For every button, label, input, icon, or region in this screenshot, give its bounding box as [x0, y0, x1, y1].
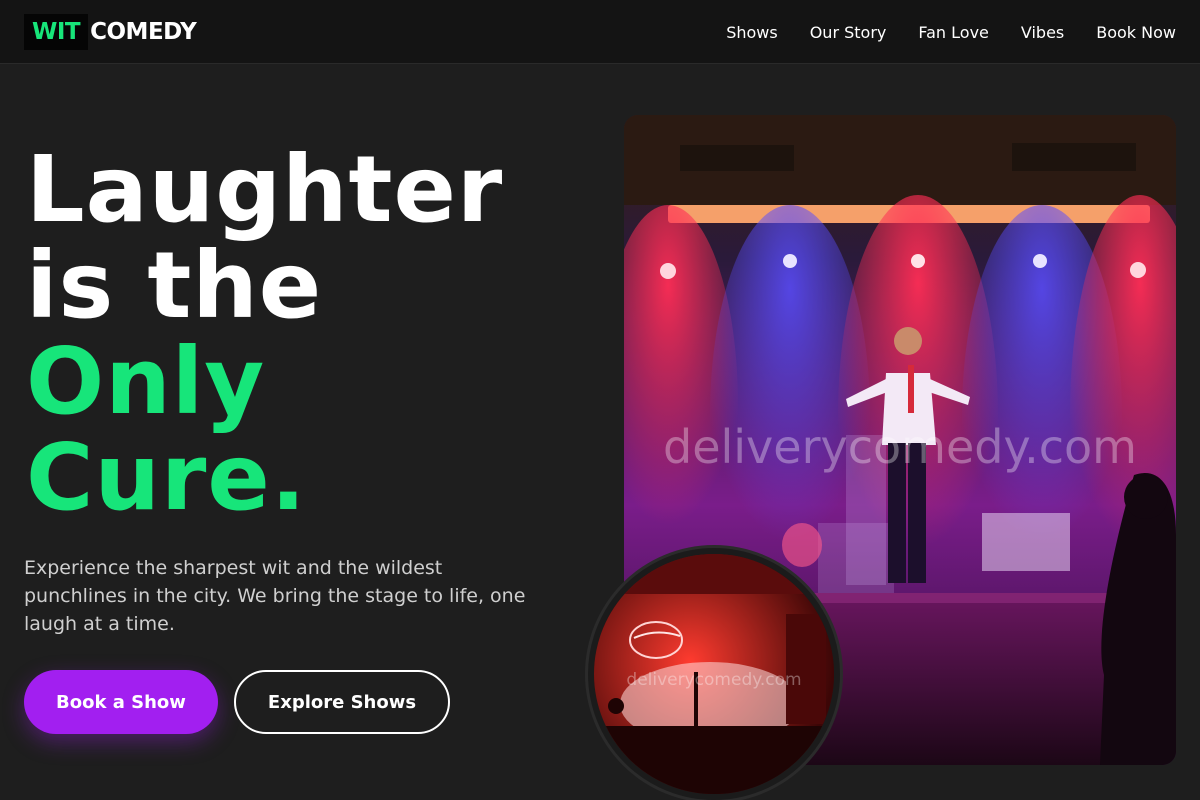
top-navbar: WIT COMEDY Shows Our Story Fan Love Vibe… [0, 0, 1200, 64]
logo[interactable]: WIT COMEDY [24, 14, 197, 50]
hero-title: Laughter is the Only Cure. [26, 142, 586, 526]
nav-link-our-story[interactable]: Our Story [810, 23, 887, 42]
nav-link-shows[interactable]: Shows [726, 23, 778, 42]
stage-photo-watermark: deliverycomedy.com [663, 420, 1137, 474]
letter-block-b [818, 523, 894, 593]
book-show-button[interactable]: Book a Show [24, 670, 218, 734]
nav-menu: Shows Our Story Fan Love Vibes Book Now [726, 0, 1176, 64]
stage-lamp-4 [1033, 254, 1047, 268]
hero-title-line-1: Laughter [26, 136, 504, 243]
venue-photo-watermark: deliverycomedy.com [626, 670, 802, 690]
stage-cart [982, 513, 1070, 571]
stage-lamp-2 [783, 254, 797, 268]
logo-comedy: COMEDY [90, 19, 197, 45]
logo-wit: WIT [24, 14, 89, 50]
hero-description: Experience the sharpest wit and the wild… [24, 557, 526, 635]
stage-lamp-3 [911, 254, 925, 268]
explore-shows-button[interactable]: Explore Shows [234, 670, 450, 734]
nav-link-vibes[interactable]: Vibes [1021, 23, 1064, 42]
nav-link-book-now[interactable]: Book Now [1096, 23, 1176, 42]
stage-lamp-5 [1130, 262, 1146, 278]
hero-title-line-2: is the [26, 232, 323, 339]
nav-link-fan-love[interactable]: Fan Love [918, 23, 989, 42]
venue-photo-round: deliverycomedy.com [588, 548, 840, 800]
hero-title-line-3: Only [26, 328, 266, 435]
hero-title-line-4: Cure. [26, 424, 307, 531]
stage-lamp-1 [660, 263, 676, 279]
